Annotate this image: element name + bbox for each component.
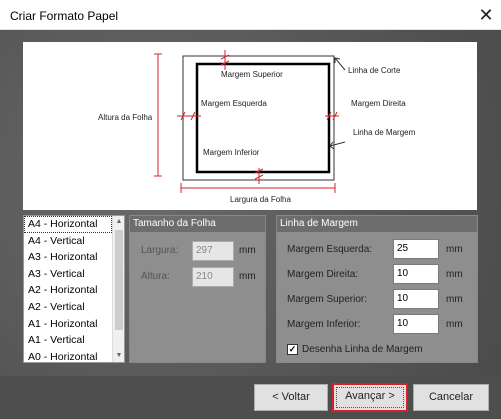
cut-line-pointer bbox=[334, 57, 346, 71]
sheet-size-group: Tamanho da Folha Largura: 297 mm Altura:… bbox=[129, 215, 266, 363]
margin-bottom-unit: mm bbox=[446, 319, 463, 330]
width-field: 297 bbox=[192, 241, 234, 261]
list-item[interactable]: A2 - Horizontal bbox=[24, 282, 112, 299]
label-margin-line: Linha de Margem bbox=[353, 128, 416, 137]
label-height: Altura da Folha bbox=[98, 113, 153, 122]
list-item[interactable]: A0 - Horizontal bbox=[24, 349, 112, 362]
focus-ring bbox=[336, 387, 404, 408]
label-margin-left: Margem Esquerda bbox=[201, 99, 267, 108]
height-label: Altura: bbox=[141, 271, 170, 282]
margin-group: Linha de Margem Margem Esquerda: 25 mm M… bbox=[276, 215, 478, 363]
list-item[interactable]: A1 - Vertical bbox=[24, 332, 112, 349]
margin-top-field[interactable]: 10 bbox=[393, 289, 439, 309]
list-scrollbar[interactable]: ▲ ▼ bbox=[112, 216, 124, 362]
margin-top-unit: mm bbox=[446, 294, 463, 305]
cancel-button[interactable]: Cancelar bbox=[413, 384, 489, 411]
dialog-body: Altura da Folha Largura da Folha Margem … bbox=[0, 30, 501, 419]
button-bar: < Voltar Avançar > Cancelar bbox=[0, 376, 501, 419]
sheet-size-title: Tamanho da Folha bbox=[130, 216, 265, 232]
list-item[interactable]: A4 - Horizontal bbox=[24, 216, 112, 233]
scroll-thumb[interactable] bbox=[115, 230, 123, 330]
width-label: Largura: bbox=[141, 245, 179, 256]
back-button[interactable]: < Voltar bbox=[254, 384, 328, 411]
margin-bottom-label: Margem Inferior: bbox=[287, 319, 361, 330]
title-bar: Criar Formato Papel ✕ bbox=[0, 0, 501, 30]
draw-margin-checkbox[interactable]: ✓ bbox=[287, 344, 298, 355]
label-cut-line: Linha de Corte bbox=[348, 66, 401, 75]
margin-bottom-field[interactable]: 10 bbox=[393, 314, 439, 334]
preview-diagram bbox=[154, 50, 346, 193]
margin-right-field[interactable]: 10 bbox=[393, 264, 439, 284]
height-unit: mm bbox=[239, 271, 256, 282]
margin-left-field[interactable]: 25 bbox=[393, 239, 439, 259]
margin-group-title: Linha de Margem bbox=[277, 216, 477, 232]
scroll-down-icon[interactable]: ▼ bbox=[113, 350, 124, 362]
paper-size-list[interactable]: A4 - Horizontal A4 - Vertical A3 - Horiz… bbox=[23, 215, 125, 363]
margin-left-label: Margem Esquerda: bbox=[287, 244, 373, 255]
margin-right-unit: mm bbox=[446, 269, 463, 280]
list-item[interactable]: A4 - Vertical bbox=[24, 233, 112, 250]
close-icon[interactable]: ✕ bbox=[471, 0, 501, 30]
height-field: 210 bbox=[192, 267, 234, 287]
paper-preview: Altura da Folha Largura da Folha Margem … bbox=[23, 42, 477, 210]
label-margin-top: Margem Superior bbox=[221, 70, 283, 79]
margin-top-label: Margem Superior: bbox=[287, 294, 368, 305]
window-title: Criar Formato Papel bbox=[10, 9, 119, 23]
width-unit: mm bbox=[239, 245, 256, 256]
margin-left-unit: mm bbox=[446, 244, 463, 255]
label-width: Largura da Folha bbox=[230, 195, 291, 204]
next-button[interactable]: Avançar > bbox=[332, 383, 408, 412]
draw-margin-label[interactable]: Desenha Linha de Margem bbox=[302, 344, 423, 355]
scroll-up-icon[interactable]: ▲ bbox=[113, 216, 124, 228]
list-item[interactable]: A3 - Horizontal bbox=[24, 249, 112, 266]
label-margin-right: Margem Direita bbox=[351, 99, 406, 108]
list-item[interactable]: A2 - Vertical bbox=[24, 299, 112, 316]
list-item[interactable]: A3 - Vertical bbox=[24, 266, 112, 283]
list-item[interactable]: A1 - Horizontal bbox=[24, 316, 112, 333]
label-margin-bottom: Margem Inferior bbox=[203, 148, 260, 157]
margin-right-label: Margem Direita: bbox=[287, 269, 359, 280]
